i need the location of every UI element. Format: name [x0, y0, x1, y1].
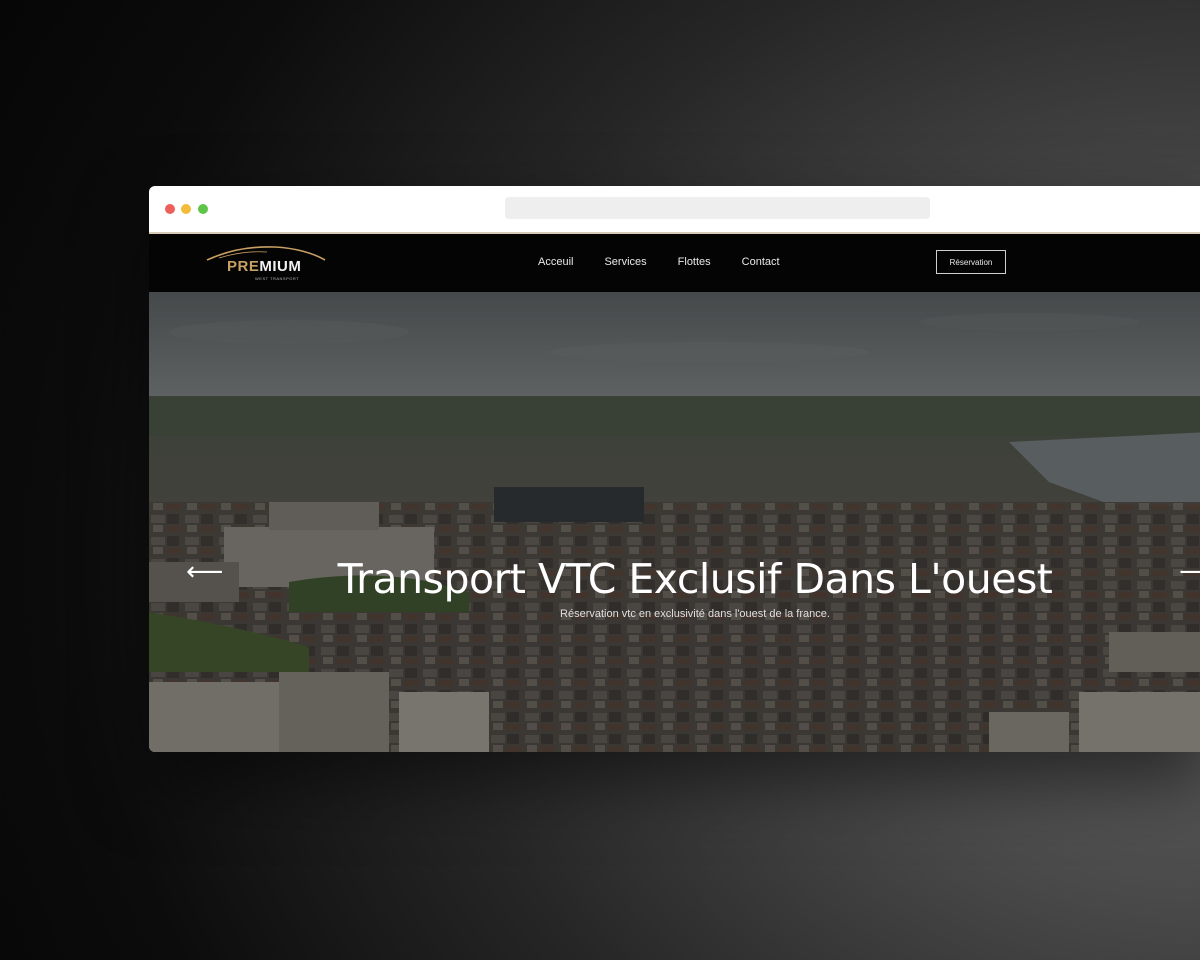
main-nav: Acceuil Services Flottes Contact	[538, 256, 811, 268]
logo-wordmark: PREMIUM	[227, 258, 302, 275]
nav-link-acceuil[interactable]: Acceuil	[538, 256, 573, 268]
maximize-window-dot[interactable]	[198, 204, 208, 214]
nav-link-flottes[interactable]: Flottes	[678, 256, 711, 268]
hero-slider: Transport VTC Exclusif Dans L'ouest Rése…	[149, 292, 1200, 752]
nav-link-services[interactable]: Services	[604, 256, 646, 268]
minimize-window-dot[interactable]	[181, 204, 191, 214]
browser-chrome	[149, 186, 1200, 234]
hero-title: Transport VTC Exclusif Dans L'ouest	[337, 555, 1053, 604]
nav-link-contact[interactable]: Contact	[742, 256, 780, 268]
arrow-left-icon[interactable]: ⟵	[186, 559, 223, 585]
hero-dark-overlay	[149, 292, 1200, 752]
site-header: PREMIUM WEST TRANSPORT Acceuil Services …	[149, 234, 1200, 292]
browser-window: PREMIUM WEST TRANSPORT Acceuil Services …	[149, 186, 1200, 752]
hero-subtitle: Réservation vtc en exclusivité dans l'ou…	[560, 608, 830, 620]
brand-logo[interactable]: PREMIUM WEST TRANSPORT	[205, 244, 329, 284]
close-window-dot[interactable]	[165, 204, 175, 214]
address-bar[interactable]	[505, 197, 930, 219]
logo-tagline: WEST TRANSPORT	[255, 276, 300, 281]
arrow-right-icon[interactable]: ⟶	[1179, 559, 1200, 585]
reservation-button[interactable]: Réservation	[936, 250, 1006, 274]
